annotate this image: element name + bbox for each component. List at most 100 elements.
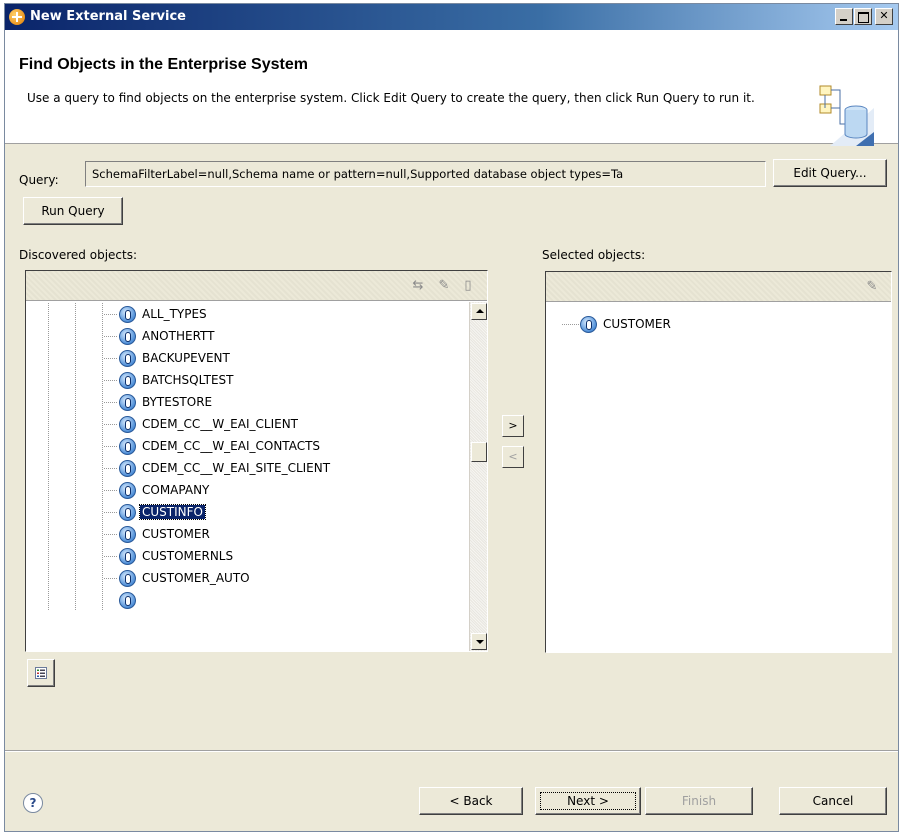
tree-item[interactable]: CUSTOMERNLS	[26, 545, 469, 567]
query-label: Query:	[19, 173, 59, 187]
discovered-scrollbar[interactable]	[469, 302, 487, 651]
scroll-down-button[interactable]	[471, 633, 487, 650]
next-button[interactable]: Next >	[535, 787, 641, 815]
page-description: Use a query to find objects on the enter…	[27, 91, 755, 105]
selected-object-label: CUSTOMER	[603, 317, 671, 331]
tree-connector	[104, 380, 118, 381]
minimize-button[interactable]	[835, 8, 853, 25]
tree-item-label: ALL_TYPES	[142, 307, 207, 321]
tree-item[interactable]: CDEM_CC__W_EAI_SITE_CLIENT	[26, 457, 469, 479]
tree-item[interactable]: COMAPANY	[26, 479, 469, 501]
tree-connector	[104, 490, 118, 491]
app-icon	[9, 9, 25, 25]
discovered-objects-tree[interactable]: ALL_TYPES ANOTHERTT BACKUPEVENT BATCHSQLTES…	[26, 302, 469, 651]
tree-item[interactable]: CDEM_CC__W_EAI_CLIENT	[26, 413, 469, 435]
scroll-up-button[interactable]	[471, 303, 487, 320]
selected-row[interactable]: CUSTOMER	[546, 313, 891, 335]
table-object-icon	[119, 548, 136, 565]
selected-objects-panel: ✎ CUSTOMER	[545, 271, 892, 653]
help-icon[interactable]: ?	[23, 793, 43, 813]
cancel-button[interactable]: Cancel	[779, 787, 887, 815]
tree-connector	[104, 534, 118, 535]
tree-item-label: CUSTINFO	[139, 504, 206, 520]
run-query-button[interactable]: Run Query	[23, 197, 123, 225]
list-details-icon	[35, 667, 47, 679]
tree-connector	[104, 556, 118, 557]
tree-item-label: BATCHSQLTEST	[142, 373, 234, 387]
tree-item[interactable]: ANOTHERTT	[26, 325, 469, 347]
discovered-toolbar: ⇆ ✎ ▯	[26, 271, 487, 301]
table-object-icon	[119, 394, 136, 411]
table-object-icon	[119, 460, 136, 477]
table-object-icon	[119, 438, 136, 455]
tree-item-label: BACKUPEVENT	[142, 351, 230, 365]
tree-item[interactable]: BACKUPEVENT	[26, 347, 469, 369]
tree-item-partial	[26, 589, 469, 611]
edit-icon[interactable]: ✎	[436, 279, 452, 293]
tree-connector	[104, 578, 118, 579]
tree-item-label: CDEM_CC__W_EAI_CONTACTS	[142, 439, 321, 453]
new-external-service-window: New External Service ✕ Find Objects in t…	[4, 3, 899, 832]
query-field[interactable]: SchemaFilterLabel=null,Schema name or pa…	[85, 161, 766, 187]
edit-query-button[interactable]: Edit Query...	[773, 159, 887, 187]
tree-item-label: CUSTOMER_AUTO	[142, 571, 250, 585]
close-button[interactable]: ✕	[875, 8, 893, 25]
tree-connector	[104, 358, 118, 359]
edit-icon[interactable]: ✎	[864, 280, 880, 294]
table-object-icon	[119, 526, 136, 543]
page-title: Find Objects in the Enterprise System	[19, 56, 308, 73]
discovered-objects-label: Discovered objects:	[19, 248, 138, 262]
window-title: New External Service	[30, 9, 186, 24]
tree-item[interactable]: CUSTOMER_AUTO	[26, 567, 469, 589]
table-object-icon	[119, 504, 136, 521]
table-object-icon	[119, 350, 136, 367]
tree-connector	[104, 336, 118, 337]
tree-guides	[26, 589, 118, 611]
tree-connector	[104, 402, 118, 403]
title-bar[interactable]: New External Service ✕	[5, 4, 898, 30]
remove-selected-button[interactable]: <	[502, 446, 524, 468]
tree-item-label: COMAPANY	[142, 483, 210, 497]
tree-connector	[104, 512, 118, 513]
tree-connector	[562, 324, 580, 325]
tree-item-label: CUSTOMER	[142, 527, 210, 541]
tree-item-label: CUSTOMERNLS	[142, 549, 234, 563]
table-object-icon	[119, 372, 136, 389]
tree-item[interactable]: CUSTOMER	[26, 523, 469, 545]
scroll-thumb[interactable]	[471, 442, 487, 462]
book-icon[interactable]: ▯	[460, 279, 476, 293]
table-object-icon	[119, 328, 136, 345]
selected-toolbar: ✎	[546, 272, 891, 302]
content-area: Query: SchemaFilterLabel=null,Schema nam…	[5, 145, 898, 831]
tree-connector	[104, 468, 118, 469]
tree-item-label: CDEM_CC__W_EAI_SITE_CLIENT	[142, 461, 331, 475]
footer-separator	[5, 750, 898, 752]
tree-item[interactable]: BYTESTORE	[26, 391, 469, 413]
tree-item[interactable]: BATCHSQLTEST	[26, 369, 469, 391]
tree-item[interactable]: CDEM_CC__W_EAI_CONTACTS	[26, 435, 469, 457]
tree-item[interactable]: ALL_TYPES	[26, 303, 469, 325]
focus-ring	[540, 792, 636, 810]
tree-item-label: BYTESTORE	[142, 395, 213, 409]
add-selected-button[interactable]: >	[502, 415, 524, 437]
tree-connector	[104, 446, 118, 447]
wizard-header: Find Objects in the Enterprise System Us…	[5, 30, 898, 146]
tree-connector	[104, 424, 118, 425]
table-object-icon	[119, 306, 136, 323]
filter-icon[interactable]: ⇆	[410, 279, 426, 293]
maximize-button[interactable]	[854, 8, 872, 25]
selected-objects-label: Selected objects:	[542, 248, 646, 262]
back-button[interactable]: < Back	[419, 787, 523, 815]
database-tree-icon	[819, 85, 874, 146]
table-object-icon	[580, 316, 597, 333]
discovered-objects-panel: ⇆ ✎ ▯ ALL_TYPES ANOTHERTT BACKUPEVENT BATCH…	[25, 270, 488, 652]
table-object-icon	[119, 482, 136, 499]
table-object-icon	[119, 570, 136, 587]
tree-item[interactable]: CUSTINFO	[26, 501, 469, 523]
tree-item-label: CDEM_CC__W_EAI_CLIENT	[142, 417, 298, 431]
tree-item-label: ANOTHERTT	[142, 329, 215, 343]
finish-button[interactable]: Finish	[645, 787, 753, 815]
table-object-icon	[119, 592, 136, 609]
tree-connector	[104, 314, 118, 315]
show-details-button[interactable]	[27, 659, 55, 687]
